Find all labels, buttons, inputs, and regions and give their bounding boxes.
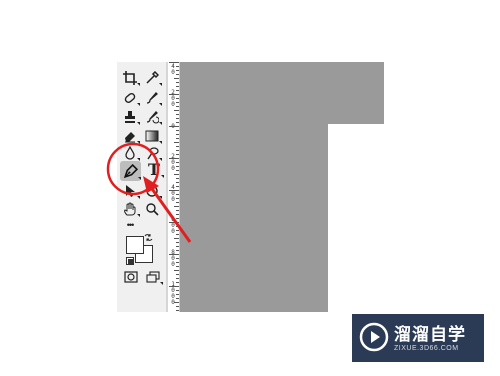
ruler-tick bbox=[176, 258, 179, 259]
ruler-tick bbox=[176, 282, 179, 283]
ruler-tick bbox=[176, 86, 179, 87]
crop-tool-icon[interactable] bbox=[120, 69, 140, 87]
ruler-tick bbox=[174, 78, 179, 79]
ruler-tick bbox=[176, 138, 179, 139]
ruler-tick bbox=[174, 238, 179, 239]
ruler-tick bbox=[176, 114, 179, 115]
ruler-tick bbox=[176, 122, 179, 123]
pen-tool-icon[interactable] bbox=[120, 161, 141, 181]
ruler-tick bbox=[176, 218, 179, 219]
ruler-tick bbox=[176, 214, 179, 215]
ruler-tick bbox=[176, 234, 179, 235]
ruler-tick bbox=[176, 134, 179, 135]
ruler-tick bbox=[176, 278, 179, 279]
watermark-url: ZIXUE.3D66.COM bbox=[394, 345, 459, 352]
watermark-title: 溜溜自学 bbox=[394, 325, 466, 345]
type-tool-glyph: T bbox=[148, 160, 160, 179]
vertical-ruler[interactable]: 4 0 2 0 0 0 2 0 0 4 0 0 6 0 0 8 0 0 1 0 … bbox=[167, 62, 180, 312]
ruler-tick bbox=[176, 306, 179, 307]
eraser-tool-icon[interactable] bbox=[120, 127, 140, 145]
ruler-tick bbox=[174, 270, 179, 271]
history-brush-tool-icon[interactable] bbox=[142, 108, 162, 126]
ruler-tick bbox=[176, 182, 179, 183]
foreground-color-swatch[interactable] bbox=[126, 236, 144, 254]
ruler-tick bbox=[176, 98, 179, 99]
ruler-tick bbox=[169, 286, 179, 287]
ruler-tick bbox=[176, 202, 179, 203]
more-tools-icon[interactable]: ••• bbox=[120, 216, 140, 234]
ruler-tick bbox=[176, 262, 179, 263]
ruler-tick bbox=[176, 154, 179, 155]
ruler-tick bbox=[169, 126, 179, 127]
gradient-tool-icon[interactable] bbox=[142, 127, 162, 145]
ruler-tick bbox=[176, 150, 179, 151]
more-tools-glyph: ••• bbox=[126, 219, 135, 230]
ruler-tick bbox=[176, 242, 179, 243]
ruler-tick bbox=[176, 250, 179, 251]
swap-colors-icon[interactable] bbox=[143, 232, 153, 242]
healing-brush-tool-icon[interactable] bbox=[120, 89, 140, 107]
path-selection-tool-icon[interactable] bbox=[120, 182, 140, 200]
ruler-tick bbox=[176, 198, 179, 199]
ruler-tick bbox=[176, 118, 179, 119]
ruler-tick bbox=[176, 146, 179, 147]
ruler-tick bbox=[169, 190, 179, 191]
ruler-tick bbox=[174, 110, 179, 111]
clone-stamp-tool-icon[interactable] bbox=[120, 108, 140, 126]
document-canvas[interactable] bbox=[178, 62, 328, 312]
ellipse-tool-icon[interactable] bbox=[142, 182, 162, 200]
blur-tool-icon[interactable] bbox=[120, 144, 140, 162]
ruler-tick bbox=[176, 266, 179, 267]
photoshop-workspace: T ••• 4 0 2 0 0 2 0 0 4 0 0 6 0 0 8 0 0 … bbox=[0, 0, 500, 376]
ruler-tick bbox=[174, 206, 179, 207]
eyedropper-tool-icon[interactable] bbox=[142, 69, 162, 87]
ruler-tick bbox=[176, 310, 179, 311]
ruler-tick bbox=[176, 70, 179, 71]
ruler-tick bbox=[176, 170, 179, 171]
ruler-tick bbox=[176, 194, 179, 195]
zoom-tool-icon[interactable] bbox=[142, 200, 162, 218]
watermark: 溜溜自学 ZIXUE.3D66.COM bbox=[352, 314, 484, 362]
ruler-tick bbox=[176, 166, 179, 167]
ruler-tick bbox=[176, 226, 179, 227]
ruler-tick bbox=[176, 230, 179, 231]
default-colors-black-icon bbox=[128, 259, 133, 264]
quick-mask-icon[interactable] bbox=[121, 268, 141, 286]
type-tool-icon[interactable]: T bbox=[144, 161, 164, 179]
ruler-tick bbox=[176, 162, 179, 163]
ruler-tick bbox=[176, 246, 179, 247]
ruler-tick bbox=[176, 130, 179, 131]
ruler-tick bbox=[169, 94, 179, 95]
tools-panel: T ••• bbox=[117, 62, 167, 312]
ruler-tick bbox=[169, 62, 179, 63]
ruler-tick bbox=[176, 90, 179, 91]
ruler-tick bbox=[176, 290, 179, 291]
ruler-tick bbox=[176, 74, 179, 75]
ruler-tick bbox=[174, 302, 179, 303]
ruler-tick bbox=[176, 210, 179, 211]
watermark-logo-icon bbox=[359, 322, 389, 352]
ruler-tick bbox=[176, 178, 179, 179]
ruler-tick bbox=[176, 106, 179, 107]
ruler-tick bbox=[176, 294, 179, 295]
screen-mode-icon[interactable] bbox=[143, 268, 163, 286]
ruler-tick bbox=[169, 158, 179, 159]
ruler-tick bbox=[176, 102, 179, 103]
ruler-tick bbox=[174, 142, 179, 143]
ruler-tick bbox=[176, 274, 179, 275]
ruler-tick bbox=[176, 66, 179, 67]
ruler-tick bbox=[169, 222, 179, 223]
ruler-tick bbox=[176, 298, 179, 299]
ruler-tick bbox=[174, 174, 179, 175]
ruler-tick bbox=[169, 254, 179, 255]
ruler-tick bbox=[176, 82, 179, 83]
ruler-tick bbox=[176, 186, 179, 187]
brush-tool-icon[interactable] bbox=[142, 89, 162, 107]
